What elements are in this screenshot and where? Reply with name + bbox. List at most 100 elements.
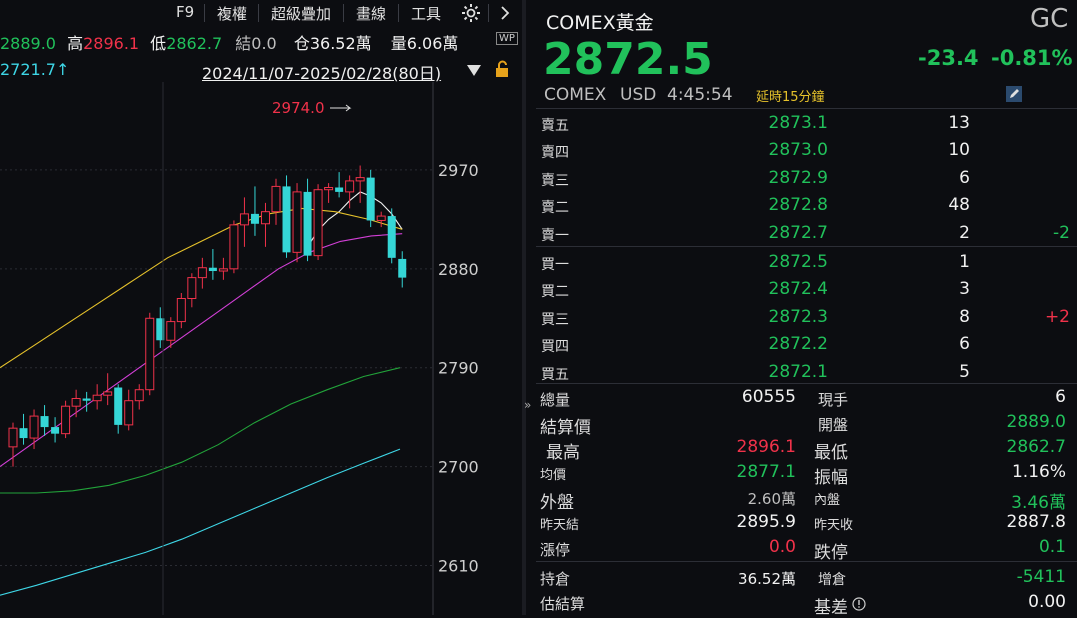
low-label: 最低	[814, 443, 848, 463]
ask-volume: 48	[948, 195, 970, 216]
average-price-label: 均價	[540, 468, 567, 483]
lock-icon[interactable]	[493, 59, 511, 83]
gear-icon[interactable]	[460, 2, 482, 28]
low-label: 低	[150, 34, 167, 53]
limit-up-value: 0.0	[768, 537, 796, 557]
inner-volume-value: 3.46萬	[1011, 493, 1066, 513]
volume-label: 量	[390, 34, 407, 53]
candle	[303, 178, 312, 262]
wp-badge[interactable]: WP	[496, 32, 518, 45]
section-divider	[536, 561, 1077, 562]
bid-price: 2872.2	[768, 334, 828, 355]
chart-toolbar: F9 複權 超級疊加 畫線 工具	[0, 0, 522, 26]
adjust-button[interactable]: 複權	[217, 3, 247, 24]
max-price-label: 2974.0	[272, 99, 325, 117]
candle	[366, 169, 375, 228]
current-hand-value: 6	[1055, 387, 1066, 407]
candle	[19, 413, 28, 445]
outer-volume-value: 2.60萬	[747, 490, 796, 508]
candle	[313, 184, 323, 261]
bid-volume: 3	[959, 279, 970, 300]
instrument-code: GC	[1030, 4, 1069, 34]
candle	[71, 389, 81, 418]
chevron-right-icon[interactable]	[498, 4, 512, 26]
tools-button[interactable]: 工具	[411, 3, 441, 24]
y-tick-label: 2610	[438, 557, 479, 576]
date-range[interactable]: 2024/11/07-2025/02/28(80日)	[202, 60, 441, 84]
section-divider	[536, 108, 1077, 109]
total-volume-value: 60555	[741, 387, 796, 407]
candle	[40, 405, 49, 436]
est-settle-label: 估結算	[540, 595, 586, 613]
oi-value: 36.52萬	[309, 34, 372, 53]
candle	[398, 251, 407, 288]
settle-label: 結	[235, 34, 252, 53]
delay-note: 延時15分鐘	[756, 90, 825, 105]
ask-volume-change: -2	[1053, 222, 1070, 243]
candle	[324, 183, 334, 203]
ask-level-label: 賣一	[541, 227, 569, 244]
order-book-divider	[536, 246, 1077, 247]
price-change-percent: -0.81%	[991, 46, 1073, 70]
quote-stats-bar: 2889.0 高2896.1 低2862.7 結0.0 仓36.52萬 量6.0…	[0, 30, 458, 54]
ask-level-label: 賣三	[541, 172, 569, 189]
volume-value: 6.06萬	[406, 34, 459, 53]
bid-level-label: 買四	[541, 339, 569, 356]
ask-level-label: 賣二	[541, 200, 569, 217]
prev-settle-label: 昨天結	[540, 518, 580, 533]
quote-time: 4:45:54	[667, 85, 733, 105]
toolbar-divider	[398, 4, 399, 22]
prev-settle-value: 2895.9	[736, 512, 796, 532]
basis-value: 0.00	[1028, 592, 1066, 612]
current-hand-label: 現手	[818, 391, 849, 409]
y-tick-label: 2970	[438, 161, 479, 180]
candle	[250, 186, 259, 236]
y-tick-label: 2790	[438, 359, 479, 378]
panel-splitter[interactable]	[522, 0, 526, 615]
f9-button[interactable]: F9	[176, 3, 194, 21]
open-value: 2889.0	[1006, 412, 1066, 432]
low-value: 2862.7	[1006, 437, 1066, 457]
candlestick-chart[interactable]: 2970 2880 2790 2700 2610 2974.0	[0, 82, 522, 615]
oi-change-label: 增倉	[818, 572, 846, 588]
currency-label: USD	[620, 85, 657, 105]
draw-line-button[interactable]: 畫線	[356, 3, 386, 24]
double-chevron-right-icon[interactable]: »	[524, 398, 531, 412]
open-label: 開盤	[818, 416, 849, 434]
toolbar-divider	[343, 4, 344, 22]
high-label: 最高	[546, 443, 580, 463]
y-tick-label: 2880	[438, 260, 479, 279]
candle	[124, 389, 134, 431]
ask-volume: 13	[948, 113, 970, 133]
candle	[376, 211, 386, 228]
bid-price: 2872.3	[768, 306, 828, 327]
high-value: 2896.1	[83, 34, 140, 53]
ask-price: 2873.0	[768, 140, 828, 161]
ask-volume: 10	[948, 140, 970, 161]
toolbar-divider	[488, 4, 489, 22]
bid-price: 2872.5	[768, 252, 828, 272]
candle	[92, 384, 102, 410]
section-divider	[536, 383, 1077, 384]
limit-down-value: 0.1	[1038, 537, 1066, 557]
last-price: 2872.5	[543, 34, 713, 85]
low-value: 2862.7	[166, 34, 223, 53]
candle	[218, 257, 228, 280]
exchange-label: COMEX	[544, 85, 607, 105]
price-change: -23.4	[918, 46, 979, 70]
candle	[187, 273, 197, 308]
open-interest-value: 36.52萬	[738, 570, 796, 588]
amplitude-label: 振幅	[814, 468, 848, 488]
bid-level-label: 買二	[541, 284, 569, 301]
pencil-icon[interactable]	[1006, 86, 1022, 102]
triangle-down-icon[interactable]	[466, 62, 482, 81]
candle	[51, 417, 60, 443]
overlay-button[interactable]: 超級疊加	[271, 3, 331, 24]
candle	[271, 178, 281, 225]
ask-price: 2872.9	[768, 167, 828, 188]
candle	[292, 183, 302, 263]
prev-close-value: 2887.8	[1006, 512, 1066, 532]
info-icon[interactable]	[852, 596, 866, 615]
candle	[387, 208, 396, 264]
prev-close-label: 昨天收	[814, 518, 854, 533]
